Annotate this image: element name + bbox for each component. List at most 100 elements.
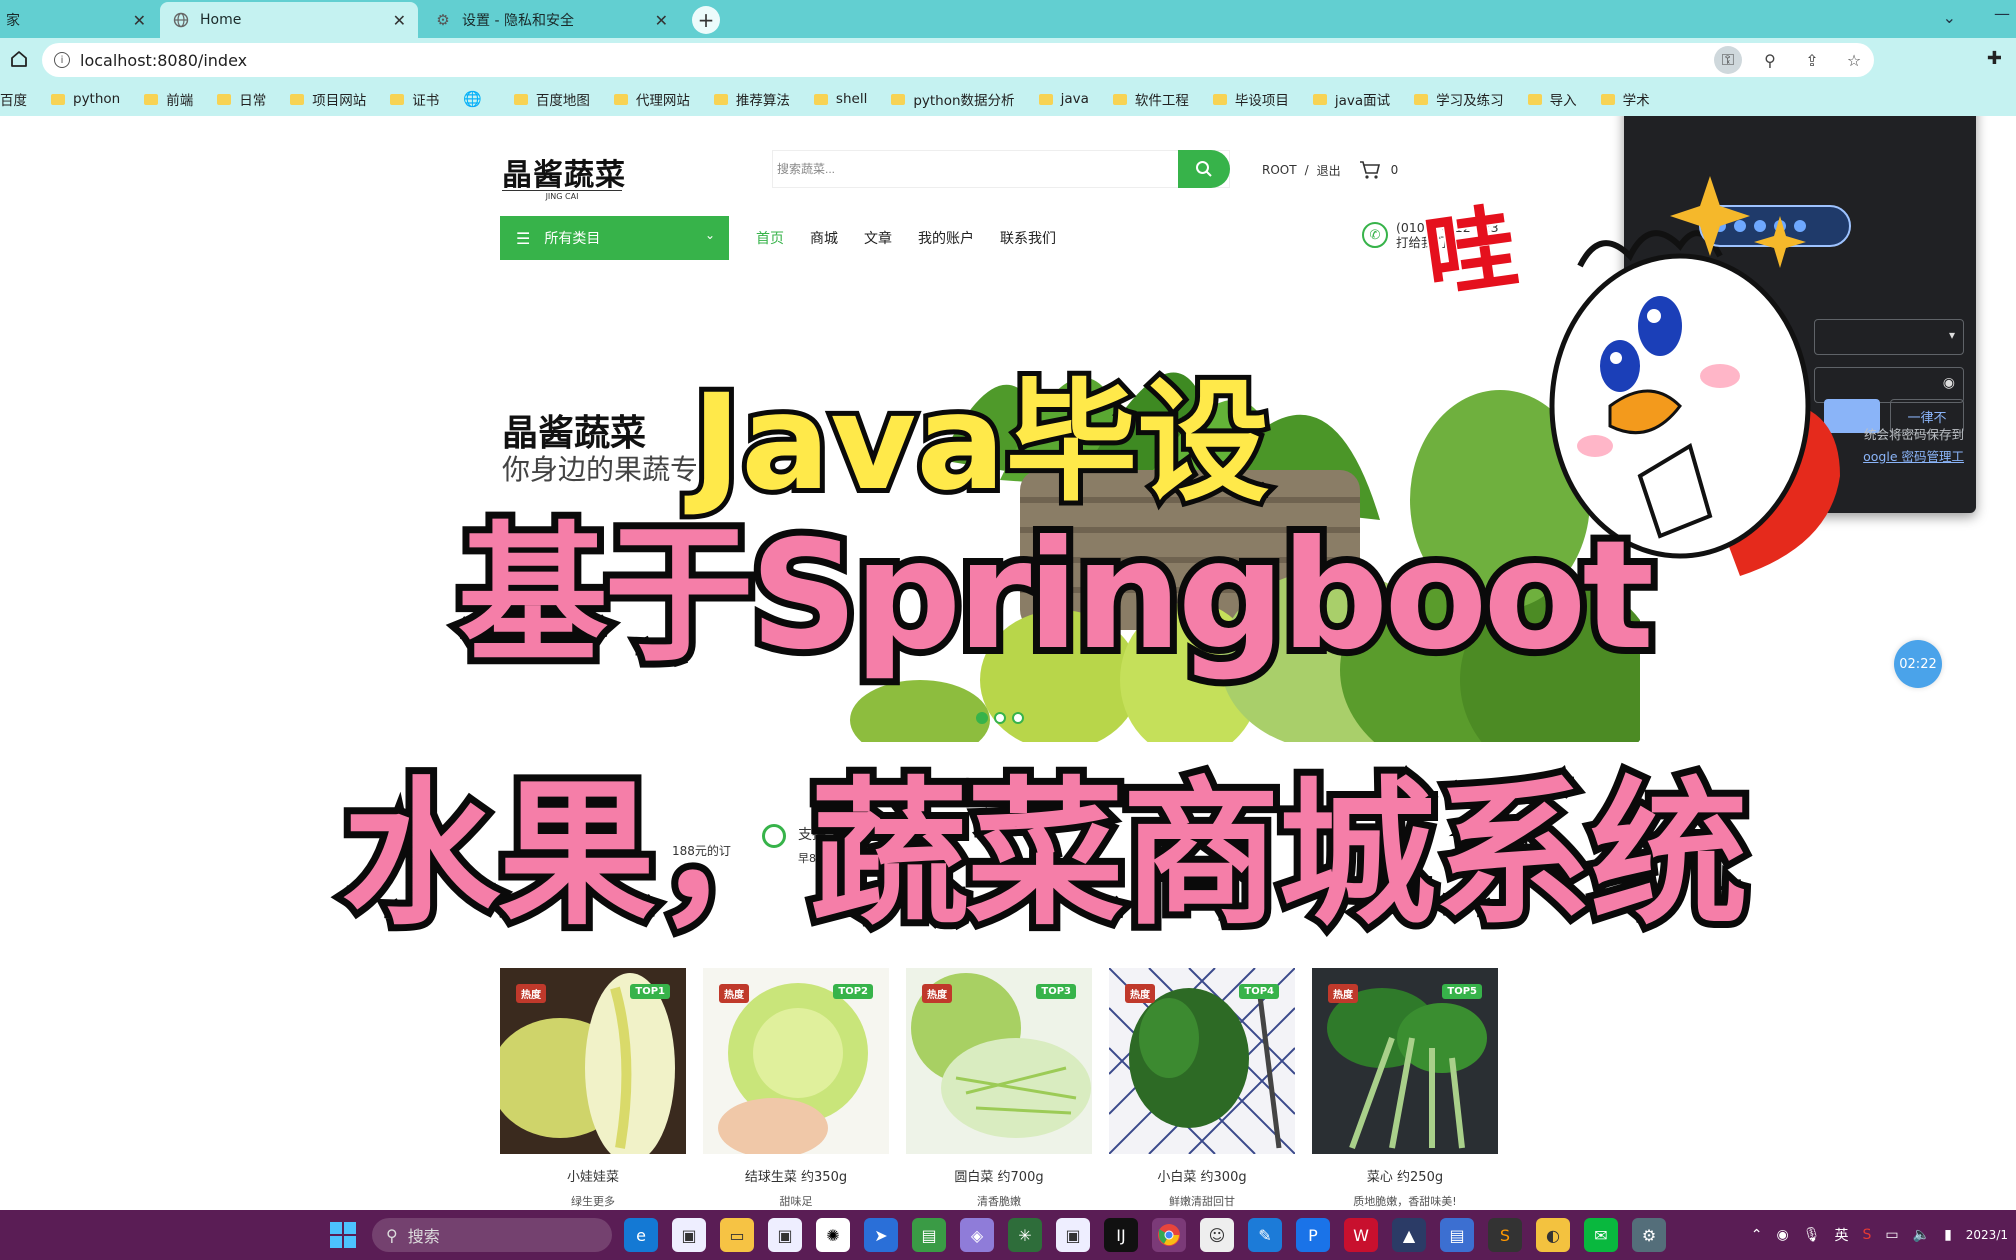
app-icon[interactable]: ▣ bbox=[768, 1218, 802, 1252]
bookmark-item[interactable]: 百度 bbox=[0, 89, 27, 109]
product-card[interactable]: 热度 TOP5 菜心 约250g 质地脆嫩，香甜味美! bbox=[1312, 968, 1498, 1209]
bookmark-item[interactable]: 前端 bbox=[144, 89, 193, 109]
product-card[interactable]: 热度 TOP4 小白菜 约300g 鲜嫩清甜回甘 bbox=[1109, 968, 1295, 1209]
nav-articles[interactable]: 文章 bbox=[864, 228, 892, 248]
info-icon[interactable]: i bbox=[54, 52, 70, 68]
product-image[interactable]: 热度 TOP3 bbox=[906, 968, 1092, 1154]
bookmark-item[interactable]: 🌐 bbox=[463, 90, 490, 108]
bookmark-item[interactable]: 导入 bbox=[1527, 89, 1577, 109]
bookmark-item[interactable]: 学习及练习 bbox=[1414, 89, 1504, 109]
bookmark-item[interactable]: 代理网站 bbox=[613, 89, 690, 109]
product-image[interactable]: 热度 TOP5 bbox=[1312, 968, 1498, 1154]
search-input[interactable] bbox=[773, 151, 1173, 187]
carousel-dot[interactable] bbox=[1012, 712, 1024, 724]
tab-home[interactable]: Home ✕ bbox=[160, 2, 418, 38]
sogou-icon[interactable]: S bbox=[1863, 1227, 1872, 1243]
recording-timer[interactable]: 02:22 bbox=[1894, 640, 1942, 688]
logout-link[interactable]: 退出 bbox=[1317, 162, 1341, 179]
nav-home[interactable]: 首页 bbox=[756, 228, 784, 248]
carousel-dot[interactable] bbox=[994, 712, 1006, 724]
product-card[interactable]: 热度 TOP1 小娃娃菜 绿生更多 bbox=[500, 968, 686, 1209]
chevron-down-icon[interactable]: ⌄ bbox=[1943, 8, 1956, 27]
volume-icon[interactable]: 🔈 bbox=[1913, 1227, 1930, 1243]
nav-contact[interactable]: 联系我们 bbox=[1000, 228, 1056, 248]
user-link[interactable]: ROOT bbox=[1262, 163, 1297, 177]
product-name[interactable]: 小娃娃菜 bbox=[500, 1166, 686, 1185]
address-bar[interactable]: i localhost:8080/index ⚿ ⚲ ⇪ ☆ bbox=[42, 43, 1874, 77]
close-icon[interactable]: ✕ bbox=[655, 11, 668, 30]
bookmark-item[interactable]: 毕设项目 bbox=[1212, 89, 1289, 109]
sublime-icon[interactable]: S bbox=[1488, 1218, 1522, 1252]
tab-1[interactable]: 家 ✕ bbox=[0, 2, 158, 38]
cart-button[interactable]: 0 bbox=[1359, 160, 1398, 180]
app-icon[interactable]: ▤ bbox=[912, 1218, 946, 1252]
app-icon[interactable]: ◈ bbox=[960, 1218, 994, 1252]
app-icon[interactable]: ◐ bbox=[1536, 1218, 1570, 1252]
bookmark-item[interactable]: shell bbox=[813, 91, 867, 107]
app-tray-icon[interactable]: ◉ bbox=[1777, 1227, 1789, 1243]
product-name[interactable]: 菜心 约250g bbox=[1312, 1166, 1498, 1185]
bookmark-item[interactable]: 推荐算法 bbox=[713, 89, 790, 109]
windows-start-icon[interactable] bbox=[330, 1222, 356, 1248]
microphone-icon[interactable]: 🎙 bbox=[1803, 1227, 1821, 1243]
bookmark-item[interactable]: python bbox=[51, 91, 120, 107]
key-icon[interactable]: ⚿ bbox=[1714, 46, 1742, 74]
share-icon[interactable]: ⇪ bbox=[1798, 46, 1826, 74]
notepad-icon[interactable]: ▤ bbox=[1440, 1218, 1474, 1252]
edge-icon[interactable]: e bbox=[624, 1218, 658, 1252]
product-image[interactable]: 热度 TOP4 bbox=[1109, 968, 1295, 1154]
product-image[interactable]: 热度 TOP1 bbox=[500, 968, 686, 1154]
product-image[interactable]: 热度 TOP2 bbox=[703, 968, 889, 1154]
bookmark-item[interactable]: 学术 bbox=[1600, 89, 1650, 109]
product-name[interactable]: 圆白菜 约700g bbox=[906, 1166, 1092, 1185]
bookmark-item[interactable]: 软件工程 bbox=[1112, 89, 1189, 109]
home-icon[interactable] bbox=[8, 48, 30, 70]
site-logo[interactable]: 晶酱蔬菜 JING CAI bbox=[502, 150, 626, 201]
wechat-icon[interactable]: ✉ bbox=[1584, 1218, 1618, 1252]
bookmark-item[interactable]: python数据分析 bbox=[891, 89, 1015, 109]
bookmark-item[interactable]: 百度地图 bbox=[513, 89, 590, 109]
all-categories-button[interactable]: ☰ 所有类目 ⌄ bbox=[500, 216, 729, 260]
bookmark-item[interactable]: 项目网站 bbox=[290, 89, 366, 109]
close-icon[interactable]: ✕ bbox=[393, 11, 406, 30]
extensions-icon[interactable]: ✚ bbox=[1987, 48, 2002, 69]
bookmark-item[interactable]: 日常 bbox=[217, 89, 266, 109]
app-icon[interactable]: ▲ bbox=[1392, 1218, 1426, 1252]
chrome-icon[interactable] bbox=[1152, 1218, 1186, 1252]
bookmark-item[interactable]: 证书 bbox=[390, 89, 439, 109]
chatgpt-icon[interactable]: ✺ bbox=[816, 1218, 850, 1252]
close-icon[interactable]: ✕ bbox=[133, 11, 146, 30]
chevron-up-icon[interactable]: ⌃ bbox=[1751, 1227, 1763, 1243]
file-explorer-icon[interactable]: ▭ bbox=[720, 1218, 754, 1252]
taskbar-search[interactable]: ⚲ 搜索 bbox=[372, 1218, 612, 1252]
app-icon[interactable]: ▣ bbox=[672, 1218, 706, 1252]
star-icon[interactable]: ☆ bbox=[1840, 46, 1868, 74]
new-tab-button[interactable]: + bbox=[692, 6, 720, 34]
carousel-dot[interactable] bbox=[976, 712, 988, 724]
app-icon[interactable]: ▣ bbox=[1056, 1218, 1090, 1252]
product-card[interactable]: 热度 TOP2 结球生菜 约350g 甜味足 bbox=[703, 968, 889, 1209]
tab-settings[interactable]: ⚙ 设置 - 隐私和安全 ✕ bbox=[422, 2, 680, 38]
nav-account[interactable]: 我的账户 bbox=[918, 228, 974, 248]
search-button[interactable] bbox=[1178, 150, 1230, 188]
network-icon[interactable]: ▭ bbox=[1885, 1227, 1898, 1243]
avatar[interactable]: ☺ bbox=[1200, 1218, 1234, 1252]
app-icon[interactable]: ✳ bbox=[1008, 1218, 1042, 1252]
minimize-icon[interactable]: — bbox=[1994, 4, 2010, 23]
app-icon[interactable]: ➤ bbox=[864, 1218, 898, 1252]
app-icon[interactable]: P bbox=[1296, 1218, 1330, 1252]
bookmark-item[interactable]: java bbox=[1038, 91, 1089, 107]
ime-indicator[interactable]: 英 bbox=[1835, 1225, 1849, 1245]
battery-icon[interactable]: ▮ bbox=[1944, 1227, 1952, 1243]
intellij-icon[interactable]: IJ bbox=[1104, 1218, 1138, 1252]
eye-icon[interactable]: ◉ bbox=[1943, 375, 1955, 391]
product-card[interactable]: 热度 TOP3 圆白菜 约700g 清香脆嫩 bbox=[906, 968, 1092, 1209]
wps-icon[interactable]: W bbox=[1344, 1218, 1378, 1252]
bookmark-item[interactable]: java面试 bbox=[1312, 89, 1390, 109]
settings-icon[interactable]: ⚙ bbox=[1632, 1218, 1666, 1252]
clock[interactable]: 2023/1 bbox=[1966, 1228, 2008, 1242]
nav-shop[interactable]: 商城 bbox=[810, 228, 838, 248]
zoom-icon[interactable]: ⚲ bbox=[1756, 46, 1784, 74]
product-name[interactable]: 小白菜 约300g bbox=[1109, 1166, 1295, 1185]
product-name[interactable]: 结球生菜 约350g bbox=[703, 1166, 889, 1185]
